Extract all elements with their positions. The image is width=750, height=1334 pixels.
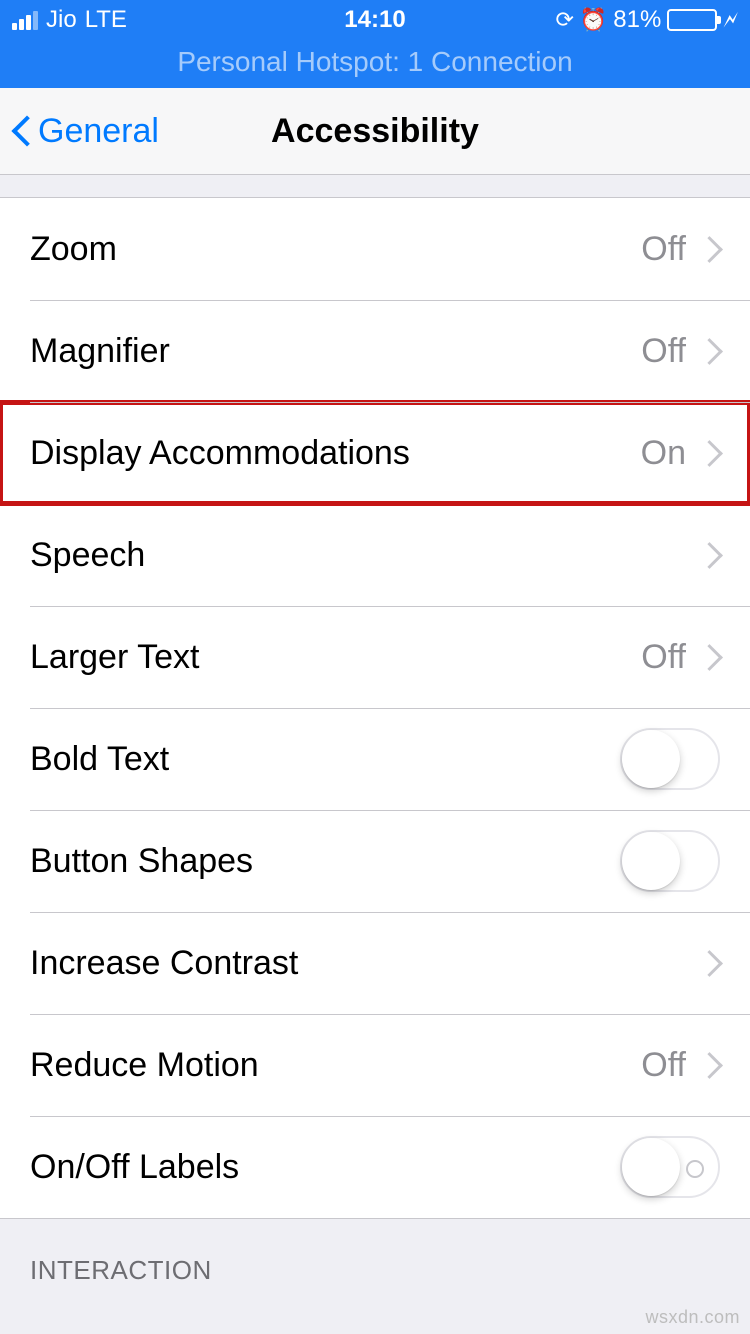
spacer (0, 175, 750, 197)
row-value: Off (641, 1046, 686, 1085)
onoff-labels-toggle[interactable] (620, 1136, 720, 1198)
chevron-left-icon (10, 111, 34, 151)
row-magnifier[interactable]: Magnifier Off (0, 300, 750, 402)
row-label: Reduce Motion (30, 1046, 641, 1085)
nav-bar: General Accessibility (0, 88, 750, 175)
battery-pct: 81% (613, 6, 661, 34)
vision-group: Zoom Off Magnifier Off Display Accommoda… (0, 197, 750, 1219)
back-button[interactable]: General (0, 111, 159, 151)
row-onoff-labels[interactable]: On/Off Labels (0, 1116, 750, 1218)
row-reduce-motion[interactable]: Reduce Motion Off (0, 1014, 750, 1116)
network-label: LTE (85, 6, 127, 34)
row-speech[interactable]: Speech (0, 504, 750, 606)
battery-icon (667, 9, 717, 31)
orientation-lock-icon: ⟳ (555, 7, 573, 33)
chevron-right-icon (704, 949, 720, 977)
carrier-label: Jio (46, 6, 77, 34)
watermark: wsxdn.com (645, 1307, 740, 1328)
row-label: Magnifier (30, 332, 641, 371)
chevron-right-icon (704, 337, 720, 365)
row-button-shapes[interactable]: Button Shapes (0, 810, 750, 912)
status-right: ⟳ ⏰ 81% 🗲 (555, 6, 738, 34)
section-header-interaction: INTERACTION (0, 1219, 750, 1296)
row-zoom[interactable]: Zoom Off (0, 198, 750, 300)
alarm-icon: ⏰ (580, 7, 607, 33)
chevron-right-icon (704, 1051, 720, 1079)
row-label: On/Off Labels (30, 1148, 620, 1187)
row-bold-text[interactable]: Bold Text (0, 708, 750, 810)
charging-icon: 🗲 (723, 7, 738, 33)
chevron-right-icon (704, 439, 720, 467)
row-value: On (641, 434, 686, 473)
hotspot-bar[interactable]: Personal Hotspot: 1 Connection (0, 40, 750, 88)
content: Zoom Off Magnifier Off Display Accommoda… (0, 175, 750, 1296)
row-label: Button Shapes (30, 842, 620, 881)
row-larger-text[interactable]: Larger Text Off (0, 606, 750, 708)
row-label: Speech (30, 536, 704, 575)
row-label: Bold Text (30, 740, 620, 779)
row-label: Zoom (30, 230, 641, 269)
row-value: Off (641, 638, 686, 677)
row-increase-contrast[interactable]: Increase Contrast (0, 912, 750, 1014)
bold-text-toggle[interactable] (620, 728, 720, 790)
row-label: Increase Contrast (30, 944, 704, 983)
row-label: Display Accommodations (30, 434, 641, 473)
row-value: Off (641, 332, 686, 371)
chevron-right-icon (704, 643, 720, 671)
row-display-accommodations[interactable]: Display Accommodations On (0, 402, 750, 504)
row-value: Off (641, 230, 686, 269)
row-label: Larger Text (30, 638, 641, 677)
back-label: General (38, 112, 159, 151)
status-bar: Jio LTE 14:10 ⟳ ⏰ 81% 🗲 (0, 0, 750, 40)
signal-icon (12, 10, 38, 30)
chevron-right-icon (704, 235, 720, 263)
chevron-right-icon (704, 541, 720, 569)
button-shapes-toggle[interactable] (620, 830, 720, 892)
status-left: Jio LTE (12, 6, 127, 34)
